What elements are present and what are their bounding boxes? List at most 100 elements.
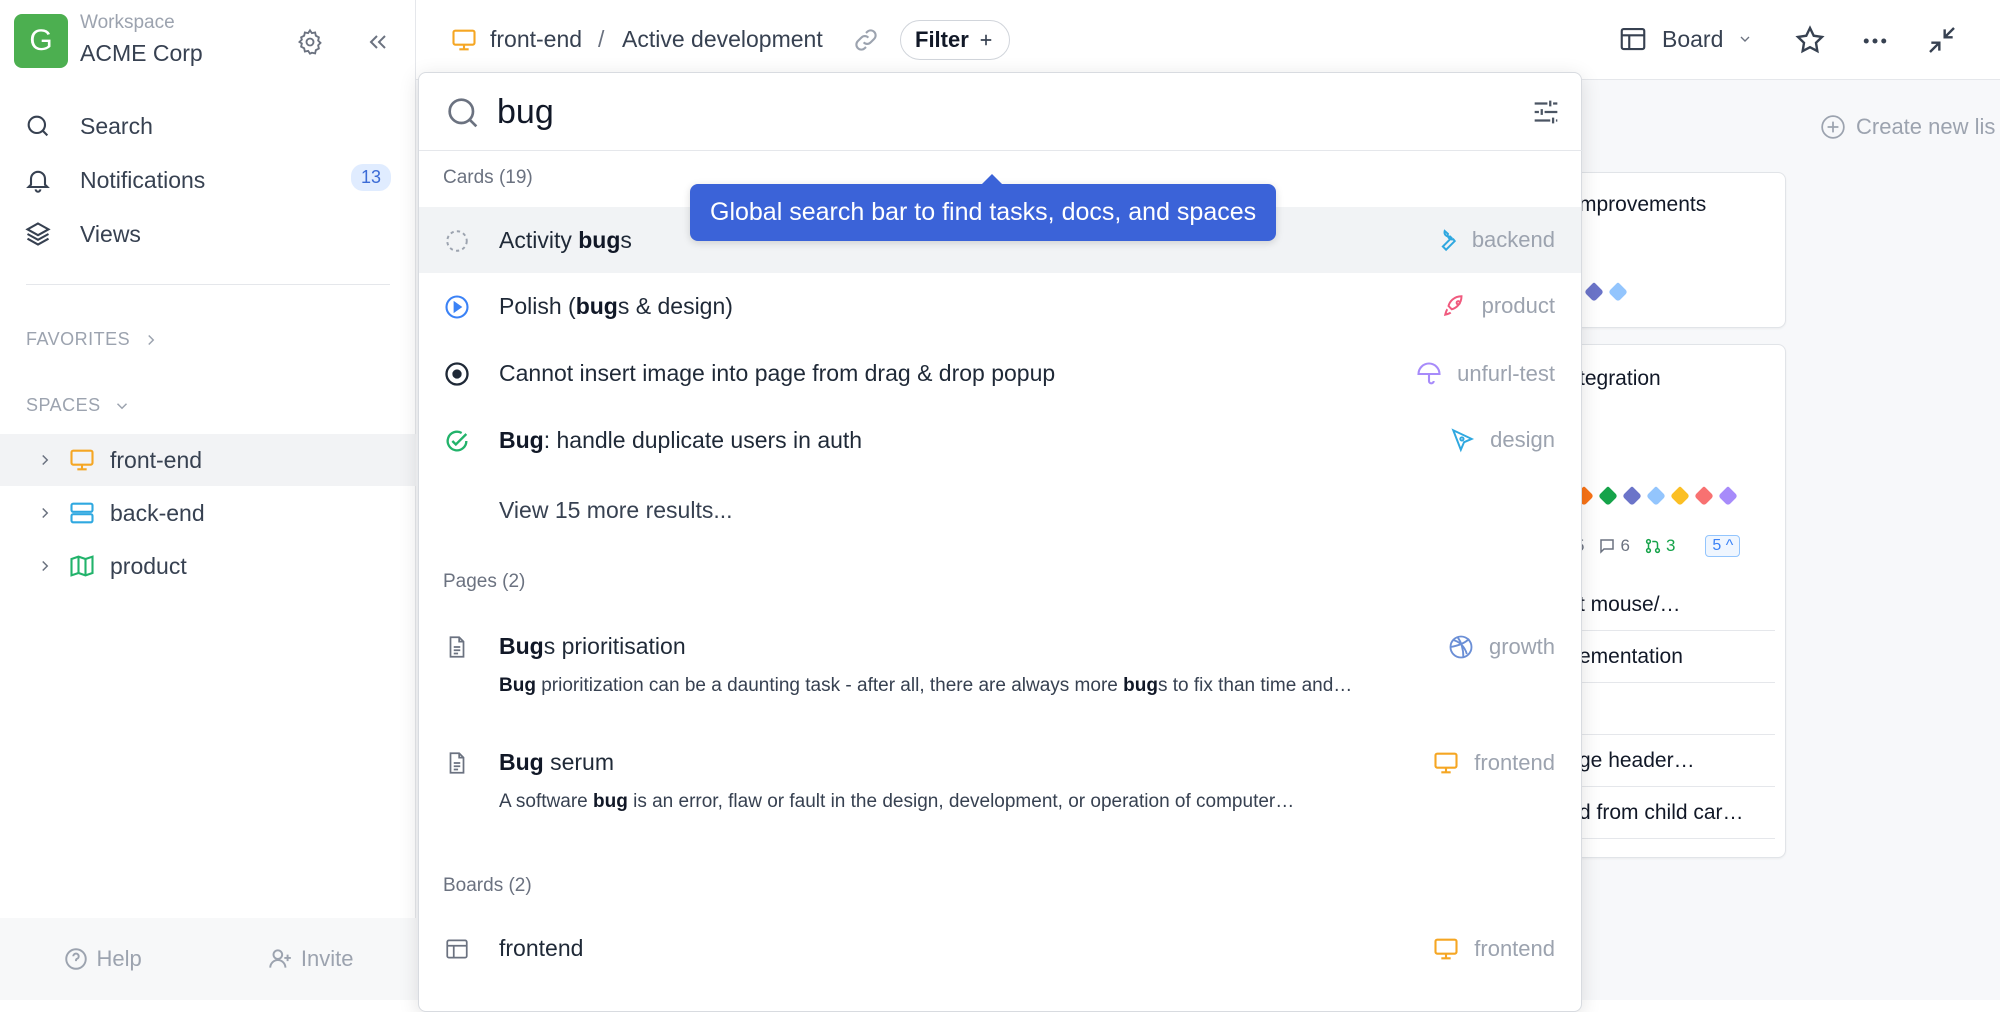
double-chevron-left-icon bbox=[369, 35, 386, 49]
subtask-item[interactable]: d from child car… bbox=[1579, 787, 1775, 839]
result-title: Bug: handle duplicate users in auth bbox=[499, 427, 862, 454]
help-button[interactable]: Help bbox=[63, 946, 142, 972]
board-view-icon bbox=[1620, 27, 1646, 51]
space-name: frontend bbox=[1474, 936, 1555, 961]
spaces-header[interactable]: SPACES bbox=[26, 395, 131, 416]
invite-button[interactable]: Invite bbox=[267, 946, 353, 972]
space-item-front-end[interactable]: front-end bbox=[0, 434, 416, 486]
nav-search[interactable]: Search bbox=[24, 106, 153, 146]
more-icon[interactable] bbox=[1860, 26, 1890, 56]
collapse-icon[interactable] bbox=[1926, 24, 1958, 56]
workspace-name[interactable]: ACME Corp bbox=[80, 40, 203, 67]
search-result-card[interactable]: Bug: handle duplicate users in auth desi… bbox=[419, 407, 1581, 473]
result-space: design bbox=[1450, 427, 1555, 453]
tag-icon bbox=[1694, 486, 1714, 506]
desc-match: bug bbox=[1123, 675, 1158, 696]
view-more-results-link[interactable]: View 15 more results... bbox=[499, 497, 733, 524]
card-tags bbox=[1584, 282, 1628, 302]
subtask-item[interactable] bbox=[1579, 683, 1775, 735]
space-item-product[interactable]: product bbox=[0, 540, 416, 592]
title-text: Cannot insert image into page from drag … bbox=[499, 360, 1056, 386]
board-card[interactable]: mprovements bbox=[1568, 172, 1786, 328]
filter-label: Filter bbox=[915, 27, 969, 52]
result-space: backend bbox=[1432, 227, 1555, 253]
workspace-label: Workspace bbox=[80, 12, 175, 33]
settings-button[interactable] bbox=[292, 24, 328, 60]
star-icon[interactable] bbox=[1794, 24, 1826, 56]
search-input[interactable] bbox=[497, 87, 1397, 137]
comments-count: 6 bbox=[1598, 536, 1630, 556]
document-icon bbox=[449, 636, 465, 658]
subtask-item[interactable]: t mouse/… bbox=[1579, 579, 1775, 631]
nav-views[interactable]: Views bbox=[24, 214, 141, 254]
nav-notifications[interactable]: Notifications bbox=[24, 160, 205, 200]
result-title: Bugs prioritisation bbox=[499, 633, 686, 660]
space-name: backend bbox=[1471, 227, 1555, 252]
spaces-label: SPACES bbox=[26, 395, 101, 415]
space-name: growth bbox=[1488, 634, 1555, 659]
title-text: Polish ( bbox=[499, 293, 576, 319]
create-new-list-button[interactable]: Create new lis bbox=[1820, 114, 1995, 140]
subtask-item[interactable]: ementation bbox=[1579, 631, 1775, 683]
title-text: s prioritisation bbox=[543, 633, 686, 659]
board-card[interactable]: tegration 5 6 3 5 ^ t mouse/… ementation… bbox=[1568, 344, 1786, 858]
bell-icon bbox=[26, 170, 50, 193]
desc-match: Bug bbox=[499, 675, 536, 696]
card-tags bbox=[1574, 486, 1738, 506]
link-icon[interactable] bbox=[852, 26, 880, 54]
filter-button[interactable]: Filter bbox=[900, 20, 1010, 60]
search-result-page[interactable]: Bug serum A software bug is an error, fl… bbox=[419, 729, 1581, 839]
monitor-icon bbox=[1434, 938, 1458, 960]
chevron-down-icon bbox=[1740, 36, 1750, 42]
chevron-right-icon[interactable] bbox=[36, 557, 54, 575]
breadcrumb-space[interactable]: front-end bbox=[490, 26, 582, 53]
subtask-item[interactable]: ge header… bbox=[1579, 735, 1775, 787]
filter-settings-icon[interactable] bbox=[1529, 95, 1563, 129]
plus-circle-icon bbox=[1821, 115, 1845, 139]
tag-icon bbox=[1608, 282, 1628, 302]
title-text: s bbox=[620, 227, 632, 253]
space-item-back-end[interactable]: back-end bbox=[0, 487, 416, 539]
group-cards-header: Cards (19) bbox=[443, 167, 533, 188]
target-circle-icon bbox=[445, 362, 469, 386]
breadcrumb-board[interactable]: Active development bbox=[622, 26, 823, 53]
result-title: frontend bbox=[499, 935, 584, 961]
search-result-board[interactable]: frontend frontend bbox=[419, 915, 1581, 981]
search-icon bbox=[27, 115, 49, 137]
notifications-badge: 13 bbox=[350, 164, 391, 191]
title-text: s & design) bbox=[617, 293, 733, 319]
tag-icon bbox=[1670, 486, 1690, 506]
search-tooltip: Global search bar to find tasks, docs, a… bbox=[690, 174, 1277, 241]
chevron-down-icon bbox=[116, 402, 127, 409]
chevron-right-icon[interactable] bbox=[36, 451, 54, 469]
result-title: Polish (bugs & design) bbox=[499, 293, 733, 320]
play-circle-icon bbox=[445, 295, 469, 319]
breadcrumb-separator: / bbox=[598, 26, 605, 52]
space-label: product bbox=[110, 552, 187, 579]
view-label: Board bbox=[1662, 25, 1724, 52]
gear-icon bbox=[297, 28, 322, 55]
space-name: product bbox=[1481, 293, 1555, 318]
favorites-header[interactable]: FAVORITES bbox=[26, 329, 160, 350]
subtask-label: ementation bbox=[1579, 644, 1683, 668]
search-result-page[interactable]: Bugs prioritisation Bug prioritization c… bbox=[419, 613, 1581, 723]
chevron-right-icon[interactable] bbox=[36, 504, 54, 522]
space-name: frontend bbox=[1474, 750, 1555, 775]
title-text: serum bbox=[543, 749, 615, 775]
collapse-sidebar-button[interactable] bbox=[360, 24, 396, 60]
pull-requests-count: 3 bbox=[1644, 536, 1675, 556]
result-space: growth bbox=[1447, 633, 1555, 661]
subtask-label: t mouse/… bbox=[1579, 592, 1681, 616]
view-selector[interactable]: Board bbox=[1618, 24, 1753, 54]
search-header bbox=[419, 73, 1583, 151]
umbrella-icon bbox=[1417, 362, 1441, 385]
desc-match: bug bbox=[593, 791, 628, 812]
search-result-card[interactable]: Cannot insert image into page from drag … bbox=[419, 340, 1581, 406]
workspace-avatar[interactable]: G bbox=[14, 14, 68, 68]
space-label: back-end bbox=[110, 499, 205, 526]
map-icon bbox=[70, 555, 94, 577]
monitor-icon bbox=[452, 29, 476, 51]
plus-icon bbox=[980, 34, 992, 46]
subtasks-toggle[interactable]: 5 ^ bbox=[1705, 535, 1741, 557]
search-result-card[interactable]: Polish (bugs & design) product bbox=[419, 273, 1581, 339]
